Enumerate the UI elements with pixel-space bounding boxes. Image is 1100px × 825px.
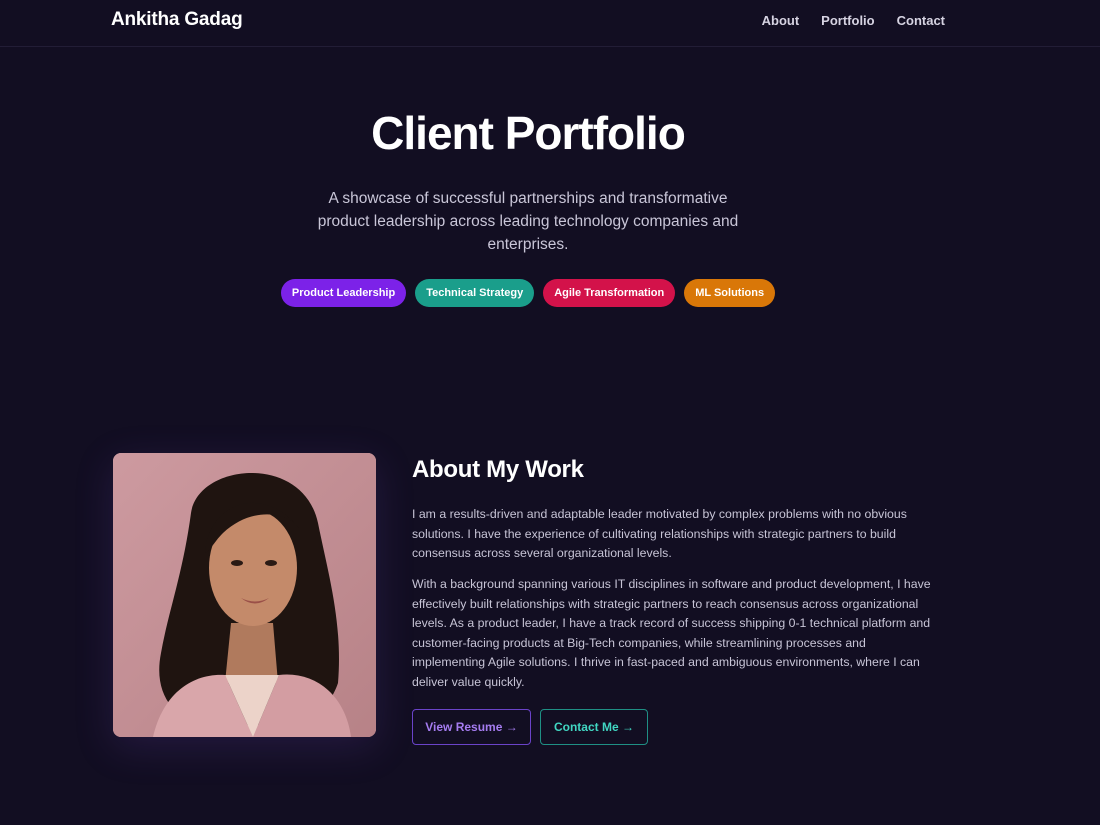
tag-technical-strategy: Technical Strategy — [415, 279, 535, 307]
tag-ml-solutions: ML Solutions — [684, 279, 776, 307]
about-section-title: About My Work — [412, 456, 584, 483]
profile-photo — [113, 453, 376, 737]
page: Ankitha Gadag About Portfolio Contact Cl… — [0, 0, 1100, 825]
hero-subtitle: A showcase of successful partnerships an… — [317, 190, 739, 253]
page-title: Client Portfolio — [371, 107, 686, 159]
tag-agile-transformation: Agile Transformation — [543, 279, 676, 307]
main-nav: About Portfolio Contact — [740, 13, 945, 28]
about-paragraph: With a background spanning various IT di… — [412, 577, 931, 689]
tag-list: Product Leadership Technical Strategy Ag… — [0, 279, 1056, 307]
site-header: Ankitha Gadag About Portfolio Contact — [0, 0, 1100, 47]
view-resume-button[interactable]: View Resume → — [412, 709, 531, 745]
nav-link-contact[interactable]: Contact — [897, 13, 945, 28]
nav-link-portfolio[interactable]: Portfolio — [821, 13, 874, 28]
about-paragraph: I am a results-driven and adaptable lead… — [412, 507, 907, 560]
brand-logo-link[interactable]: Ankitha Gadag — [111, 9, 243, 31]
contact-me-button[interactable]: Contact Me → — [540, 709, 648, 745]
nav-link-about[interactable]: About — [762, 13, 800, 28]
portrait-photo-icon — [113, 453, 376, 737]
tag-product-leadership: Product Leadership — [280, 279, 407, 307]
